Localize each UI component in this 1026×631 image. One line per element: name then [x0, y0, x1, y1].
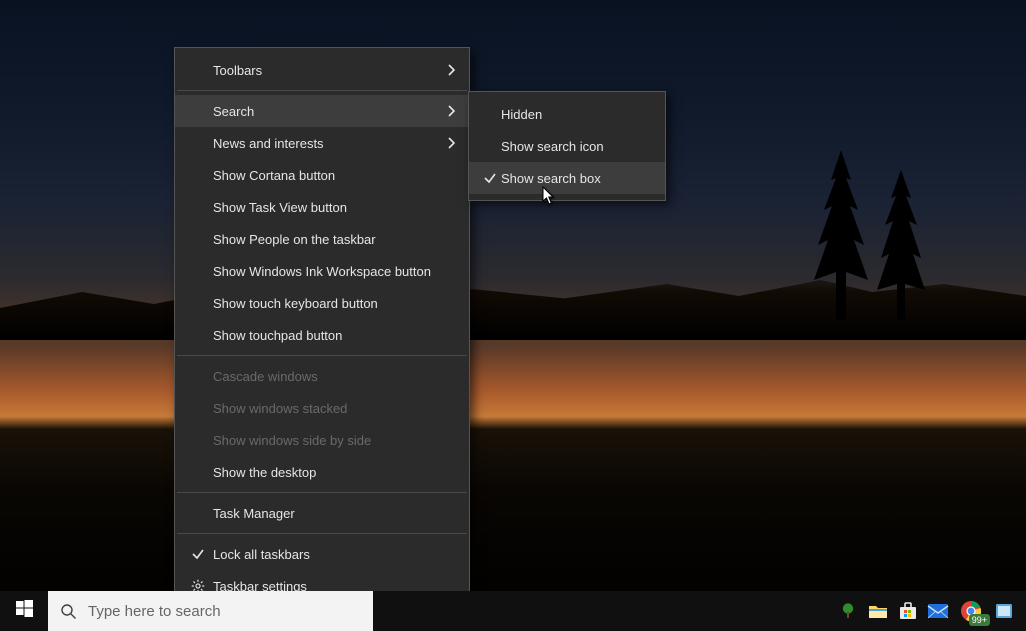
- menu-label: Show Task View button: [209, 200, 455, 215]
- menu-item-show-windows-side-by-side: Show windows side by side: [175, 424, 469, 456]
- submenu-item-hidden[interactable]: Hidden: [469, 98, 665, 130]
- notification-badge: 99+: [969, 614, 990, 626]
- menu-item-lock-all-taskbars[interactable]: Lock all taskbars: [175, 538, 469, 570]
- check-icon: [187, 547, 209, 561]
- menu-item-show-cortana[interactable]: Show Cortana button: [175, 159, 469, 191]
- mail-icon: [927, 602, 949, 620]
- menu-item-show-ink-workspace[interactable]: Show Windows Ink Workspace button: [175, 255, 469, 287]
- menu-label: News and interests: [209, 136, 441, 151]
- menu-item-toolbars[interactable]: Toolbars: [175, 54, 469, 86]
- tray-chrome[interactable]: 99+: [954, 591, 988, 631]
- tray-app-icon[interactable]: [834, 591, 862, 631]
- chevron-right-icon: [441, 137, 455, 149]
- submenu-item-show-search-icon[interactable]: Show search icon: [469, 130, 665, 162]
- start-button[interactable]: [0, 591, 48, 631]
- menu-item-task-manager[interactable]: Task Manager: [175, 497, 469, 529]
- menu-divider: [177, 90, 467, 91]
- search-placeholder: Type here to search: [88, 603, 221, 620]
- search-submenu: Hidden Show search icon Show search box: [468, 91, 666, 201]
- wallpaper-trees: [766, 120, 966, 320]
- menu-item-show-touch-keyboard[interactable]: Show touch keyboard button: [175, 287, 469, 319]
- menu-item-show-touchpad[interactable]: Show touchpad button: [175, 319, 469, 351]
- menu-label: Toolbars: [209, 63, 441, 78]
- menu-label: Hidden: [501, 107, 651, 122]
- windows-logo-icon: [16, 600, 33, 622]
- menu-label: Show search icon: [501, 139, 651, 154]
- tray-microsoft-store[interactable]: [894, 591, 922, 631]
- taskbar[interactable]: Type here to search: [0, 591, 1026, 631]
- chevron-right-icon: [441, 64, 455, 76]
- system-tray: 99+: [834, 591, 1026, 631]
- menu-label: Task Manager: [209, 506, 455, 521]
- menu-label: Show touch keyboard button: [209, 296, 455, 311]
- menu-label: Lock all taskbars: [209, 547, 455, 562]
- taskbar-search-box[interactable]: Type here to search: [48, 591, 373, 631]
- menu-divider: [177, 355, 467, 356]
- search-icon: [48, 603, 88, 620]
- menu-item-news-and-interests[interactable]: News and interests: [175, 127, 469, 159]
- menu-label: Show touchpad button: [209, 328, 455, 343]
- tray-app-icon-2[interactable]: [990, 591, 1018, 631]
- tray-file-explorer[interactable]: [864, 591, 892, 631]
- taskbar-context-menu: Toolbars Search News and interests Show …: [174, 47, 470, 613]
- menu-label: Show Windows Ink Workspace button: [209, 264, 455, 279]
- menu-item-show-people[interactable]: Show People on the taskbar: [175, 223, 469, 255]
- menu-divider: [177, 533, 467, 534]
- menu-label: Show windows side by side: [209, 433, 455, 448]
- tray-mail[interactable]: [924, 591, 952, 631]
- menu-label: Search: [209, 104, 441, 119]
- menu-item-show-windows-stacked: Show windows stacked: [175, 392, 469, 424]
- menu-label: Show the desktop: [209, 465, 455, 480]
- submenu-item-show-search-box[interactable]: Show search box: [469, 162, 665, 194]
- menu-item-cascade-windows: Cascade windows: [175, 360, 469, 392]
- menu-label: Cascade windows: [209, 369, 455, 384]
- check-icon: [479, 171, 501, 185]
- menu-label: Show search box: [501, 171, 651, 186]
- menu-divider: [177, 492, 467, 493]
- menu-item-search[interactable]: Search: [175, 95, 469, 127]
- menu-label: Show People on the taskbar: [209, 232, 455, 247]
- menu-item-show-the-desktop[interactable]: Show the desktop: [175, 456, 469, 488]
- store-icon: [898, 602, 918, 620]
- document-icon: [994, 603, 1014, 619]
- file-explorer-icon: [868, 603, 888, 619]
- chevron-right-icon: [441, 105, 455, 117]
- menu-item-show-task-view[interactable]: Show Task View button: [175, 191, 469, 223]
- menu-label: Show windows stacked: [209, 401, 455, 416]
- tree-icon: [839, 602, 857, 620]
- menu-label: Show Cortana button: [209, 168, 455, 183]
